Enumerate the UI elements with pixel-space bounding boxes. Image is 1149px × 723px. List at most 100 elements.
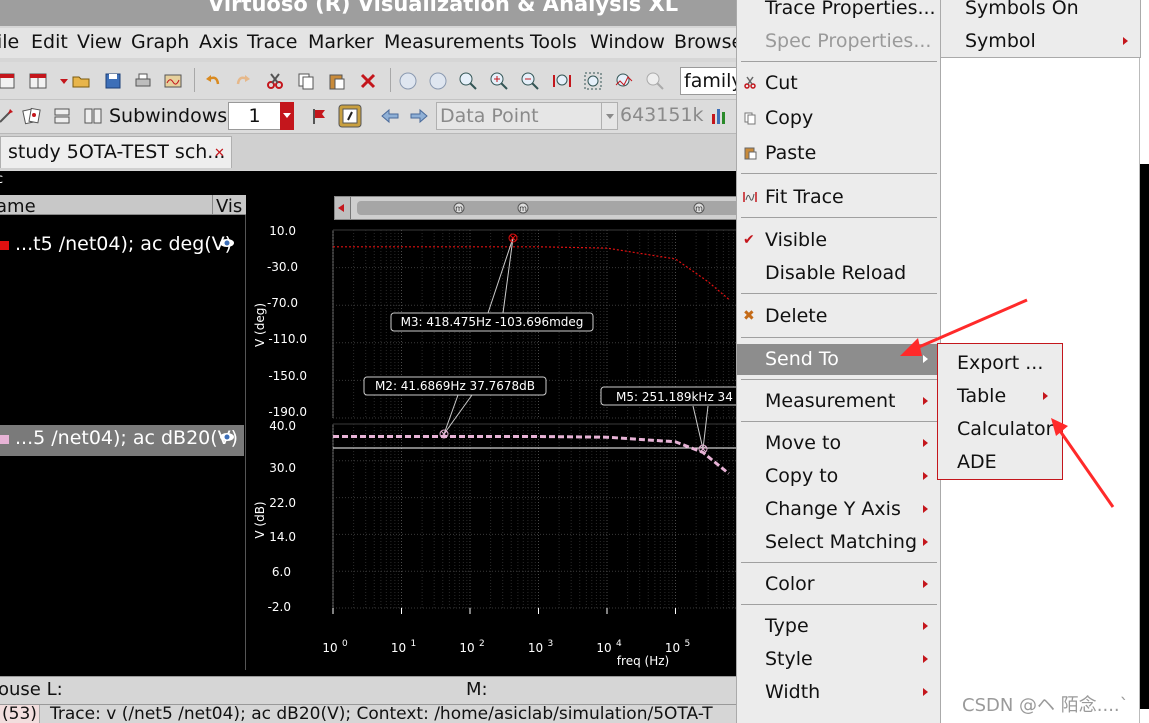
marker-handle-icon[interactable]: m [693, 202, 705, 214]
menu-item-label: Disable Reload [765, 262, 907, 284]
next-icon[interactable] [428, 71, 448, 91]
menu-item-export[interactable]: Export ... [938, 348, 1062, 379]
menu-item-visible[interactable]: ✔ Visible [737, 225, 940, 256]
menu-item-paste[interactable]: Paste [737, 138, 940, 169]
cut-icon[interactable] [265, 71, 285, 91]
marker-handle-icon[interactable]: m [453, 202, 465, 214]
flag-icon[interactable] [309, 106, 329, 126]
subwindows-field[interactable]: 1 [228, 102, 281, 130]
zoom-x-icon[interactable] [552, 71, 572, 91]
menu-item-ade[interactable]: ADE [938, 447, 1062, 478]
submenu-arrow-icon [923, 580, 928, 588]
close-tab-icon[interactable]: ✕ [214, 146, 225, 161]
menu-item-symbols-on[interactable]: Symbols On [965, 0, 1079, 19]
marker-m3[interactable]: M3: 418.475Hz -103.696mdeg [390, 233, 594, 332]
x-scrollbar[interactable]: m m m [334, 196, 741, 220]
waveform-chart[interactable]: 10.0 -30.0 -70.0 -110.0 -150.0 -190.0 V … [248, 220, 740, 670]
subwindows-dropdown-icon[interactable] [280, 102, 294, 130]
zoom-box-icon[interactable] [583, 71, 603, 91]
menu-item-symbol[interactable]: Symbol [965, 30, 1036, 52]
print-icon[interactable] [133, 71, 153, 91]
trace-row-gain[interactable]: ...5 /net04); ac dB20(V) [0, 425, 244, 456]
new-subwindow-icon[interactable] [28, 71, 48, 91]
menu-trace[interactable]: Trace [247, 31, 297, 53]
tab-study[interactable]: study 5OTA-TEST sch... ✕ [0, 136, 232, 168]
menu-item-trace-properties[interactable]: Trace Properties... [737, 0, 940, 24]
zoom-out-icon[interactable] [520, 71, 540, 91]
prev-icon[interactable] [398, 71, 418, 91]
datapoint-select[interactable]: Data Point [436, 102, 618, 130]
column-divider [212, 195, 213, 214]
paste-icon[interactable] [327, 71, 347, 91]
print-preview-icon[interactable] [163, 71, 183, 91]
new-window-icon[interactable] [0, 71, 18, 91]
menu-item-type[interactable]: Type [737, 611, 940, 642]
open-folder-icon[interactable] [71, 71, 91, 91]
menu-separator [741, 379, 937, 380]
zoom-fit-icon[interactable] [458, 71, 478, 91]
menu-tools[interactable]: Tools [530, 31, 577, 53]
datapoint-dropdown-icon[interactable] [601, 103, 617, 129]
menu-item-style[interactable]: Style [737, 644, 940, 675]
family-field[interactable]: family [680, 67, 743, 95]
menu-file[interactable]: ile [0, 31, 19, 53]
save-icon[interactable] [103, 71, 123, 91]
zoom-region-icon[interactable] [614, 71, 634, 91]
bar-chart-icon[interactable] [709, 106, 729, 126]
menu-axis[interactable]: Axis [199, 31, 238, 53]
trace-gain-line[interactable] [333, 435, 730, 475]
scroll-left-icon[interactable] [335, 197, 351, 219]
copy-icon[interactable] [296, 71, 316, 91]
visible-eye-icon[interactable] [219, 431, 235, 443]
menu-item-color[interactable]: Color [737, 569, 940, 600]
arrow-right-icon[interactable] [409, 106, 429, 126]
menu-item-delete[interactable]: ✖ Delete [737, 301, 940, 332]
menu-item-spec-properties[interactable]: Spec Properties... [737, 26, 940, 57]
zoom-disabled-icon[interactable] [645, 71, 665, 91]
cards-icon[interactable] [22, 106, 42, 126]
menu-marker[interactable]: Marker [308, 31, 374, 53]
trace-phase-line[interactable] [333, 246, 730, 300]
menu-item-measurement[interactable]: Measurement [737, 386, 940, 417]
menu-item-calculator[interactable]: Calculator [938, 414, 1062, 445]
label-tool-icon[interactable] [338, 104, 362, 128]
menu-item-change-y-axis[interactable]: Change Y Axis [737, 494, 940, 525]
vis-column-header[interactable]: Vis [216, 196, 242, 214]
menu-item-label: Color [765, 573, 815, 595]
visible-eye-icon[interactable] [219, 237, 235, 249]
stack-layout-icon[interactable] [52, 106, 72, 126]
menu-item-copy-to[interactable]: Copy to [737, 461, 940, 492]
zoom-in-icon[interactable] [489, 71, 509, 91]
undo-icon[interactable] [203, 71, 223, 91]
trace-row-phase[interactable]: ...t5 /net04); ac deg(V) [0, 231, 244, 261]
pointer-icon[interactable] [0, 106, 16, 126]
menu-item-select-matching[interactable]: Select Matching [737, 527, 940, 558]
arrow-left-icon[interactable] [380, 106, 400, 126]
menu-edit[interactable]: Edit [31, 31, 68, 53]
coordinate-field[interactable]: 643151k [620, 102, 704, 130]
menu-graph[interactable]: Graph [131, 31, 189, 53]
menu-item-send-to[interactable]: Send To [737, 344, 940, 375]
menu-item-fit-trace[interactable]: Fit Trace [737, 182, 940, 213]
menu-window[interactable]: Window [590, 31, 665, 53]
menu-item-cut[interactable]: Cut [737, 68, 940, 99]
menu-view[interactable]: View [77, 31, 122, 53]
menu-item-width[interactable]: Width [737, 677, 940, 708]
delete-icon[interactable] [358, 71, 378, 91]
x-tick-exponent: 5 [685, 639, 691, 649]
menu-item-table[interactable]: Table [938, 381, 1062, 412]
menu-item-disable-reload[interactable]: Disable Reload [737, 258, 940, 289]
marker-handle-icon[interactable]: m [517, 202, 529, 214]
split-layout-icon[interactable] [83, 106, 103, 126]
ytick-top: -190.0 [268, 405, 307, 419]
menu-item-move-to[interactable]: Move to [737, 428, 940, 459]
redo-icon[interactable] [233, 71, 253, 91]
marker-m5[interactable]: M5: 251.189kHz 34 [600, 386, 740, 454]
menu-item-label: Spec Properties... [765, 30, 932, 52]
scroll-track[interactable] [357, 201, 741, 215]
name-column-header[interactable]: ame [0, 196, 36, 214]
menu-item-copy[interactable]: Copy [737, 103, 940, 134]
menu-measurements[interactable]: Measurements [384, 31, 524, 53]
menu-browse[interactable]: Browse [674, 31, 743, 53]
ytick-top: -70.0 [267, 296, 298, 310]
